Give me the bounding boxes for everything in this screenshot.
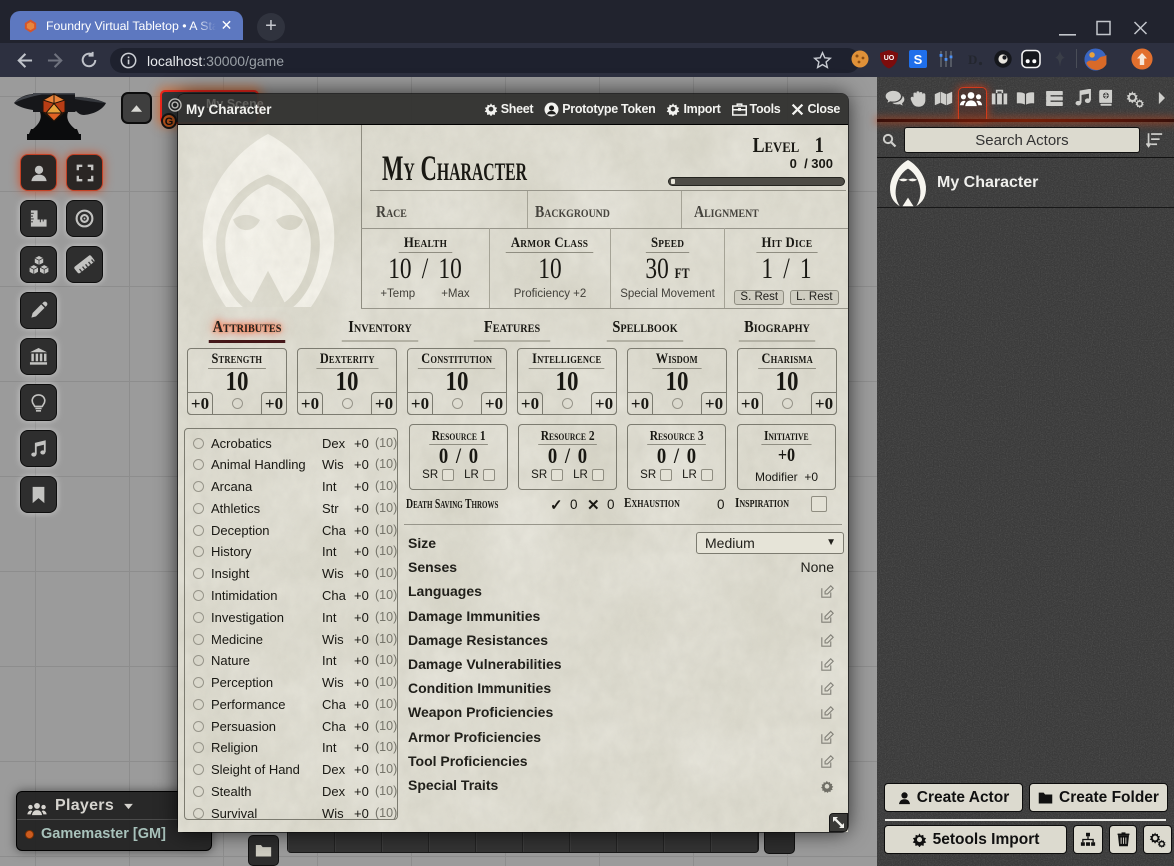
- svg-text:UO: UO: [884, 55, 895, 62]
- svg-text:D: D: [968, 52, 977, 67]
- svg-text:S: S: [914, 52, 923, 67]
